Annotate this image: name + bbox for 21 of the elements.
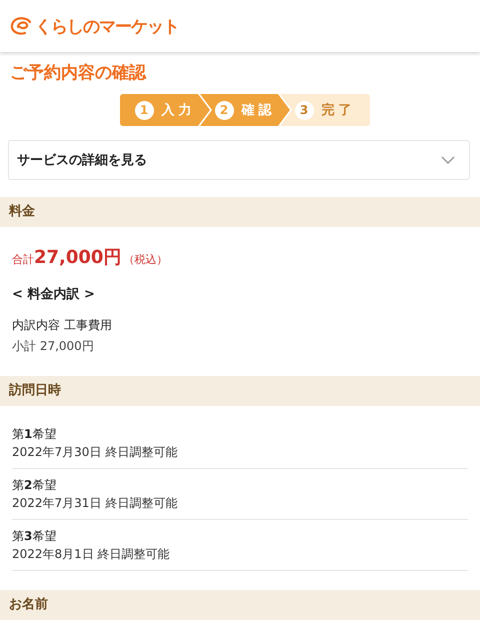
tax-note: （税込）	[123, 252, 168, 267]
total-amount: 27,000円	[34, 246, 122, 269]
breakdown-title: < 料金内訳 >	[12, 286, 96, 303]
chevron-icon	[441, 156, 455, 164]
preference-date: 2022年7月31日 終日調整可能	[12, 495, 178, 512]
preference-label: 第2希望	[12, 477, 58, 494]
section-header: 訪問日時	[0, 376, 480, 406]
service-details-toggle[interactable]: サービスの詳細を見る	[8, 140, 470, 180]
subtotal: 小計 27,000円	[12, 338, 95, 355]
breakdown-item: 内訳内容 工事費用	[12, 317, 113, 334]
preference-date: 2022年8月1日 終日調整可能	[12, 546, 171, 563]
progress-step: 3 完了	[280, 94, 370, 126]
section-header: お名前	[0, 590, 480, 620]
section-header: 料金	[0, 197, 480, 227]
preference-label: 第3希望	[12, 528, 58, 545]
preference-date: 2022年7月30日 終日調整可能	[12, 444, 178, 461]
preference-label: 第1希望	[12, 426, 58, 443]
logo-icon	[10, 16, 34, 36]
total-label: 合計	[12, 252, 34, 267]
progress-step: 2 確認	[200, 94, 290, 126]
page-title: ご予約内容の確認	[10, 62, 148, 84]
